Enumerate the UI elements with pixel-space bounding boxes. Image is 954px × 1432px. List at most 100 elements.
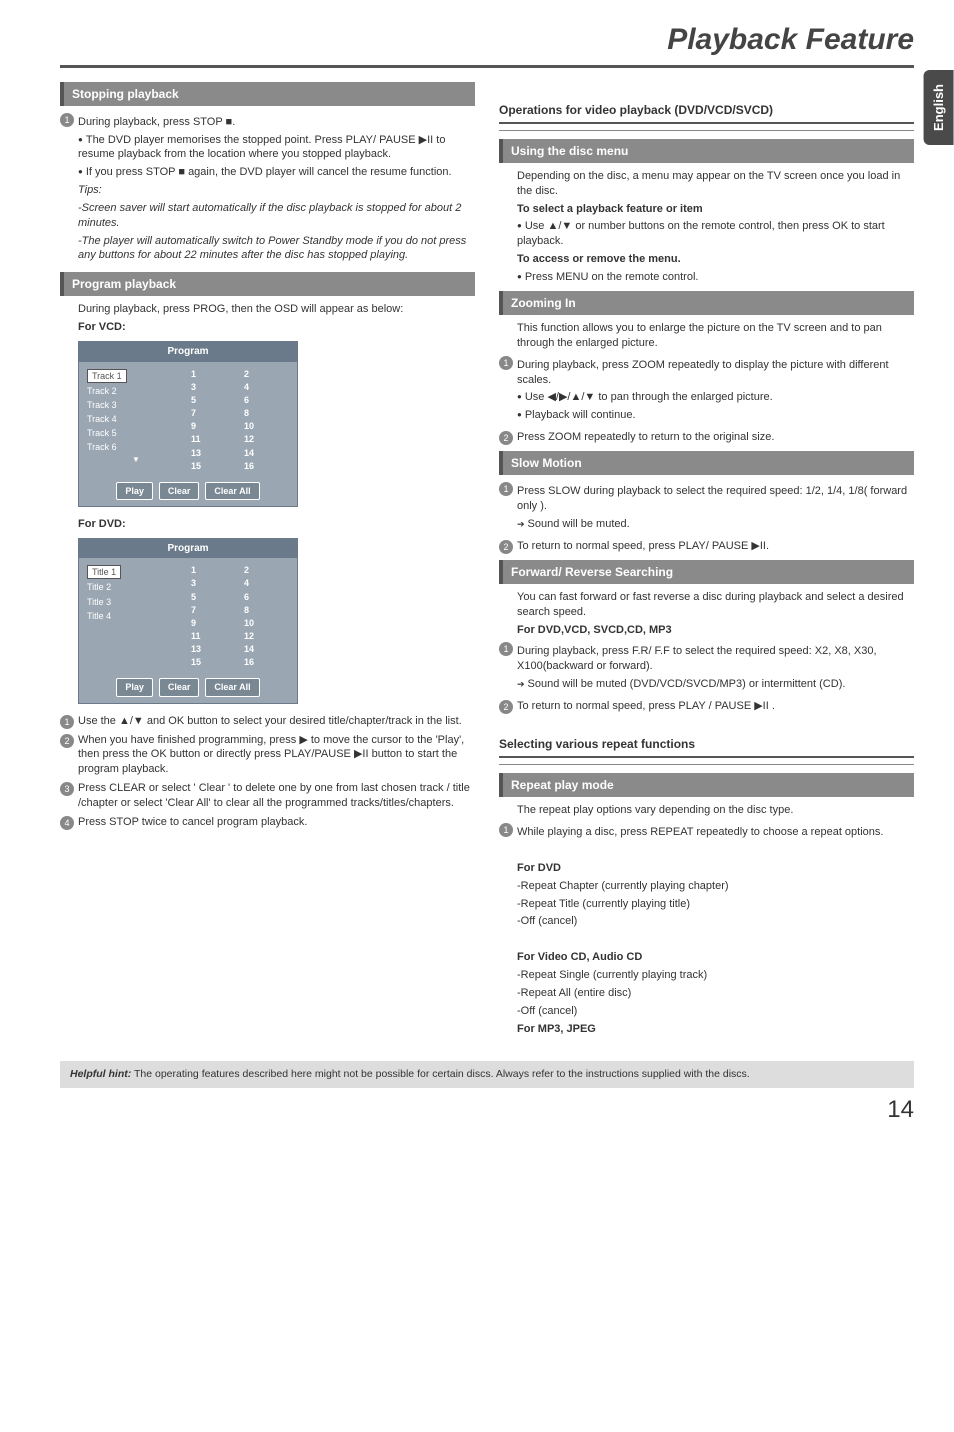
for-dvd-label: For DVD: xyxy=(78,517,475,532)
step-number-icon: 1 xyxy=(499,482,513,496)
step-number-icon: 1 xyxy=(499,642,513,656)
vcd-osd: Program Track 1 Track 2 Track 3 Track 4 … xyxy=(78,341,298,507)
step-number-icon: 2 xyxy=(499,700,513,714)
num-cell: 2 xyxy=(244,564,289,576)
vcd-r3: -Off (cancel) xyxy=(517,1004,914,1019)
for-vcd-label: For VCD: xyxy=(78,320,475,335)
vcd-r2: -Repeat All (entire disc) xyxy=(517,986,914,1001)
dvd-r3: -Off (cancel) xyxy=(517,914,914,929)
osd-clearall-button: Clear All xyxy=(205,678,259,696)
num-cell: 14 xyxy=(244,447,289,459)
program-step-3: Press CLEAR or select ' Clear ' to delet… xyxy=(78,781,475,811)
num-cell: 5 xyxy=(191,591,236,603)
num-cell: 1 xyxy=(191,564,236,576)
dvd-r1: -Repeat Chapter (currently playing chapt… xyxy=(517,879,914,894)
for-mp3-heading: For MP3, JPEG xyxy=(517,1022,914,1037)
zoom-s2: Press ZOOM repeatedly to return to the o… xyxy=(517,430,914,445)
num-cell: 6 xyxy=(244,394,289,406)
num-cell: 10 xyxy=(244,420,289,432)
menu-p1: Depending on the disc, a menu may appear… xyxy=(517,169,914,199)
hint-text: The operating features described here mi… xyxy=(131,1068,749,1080)
title-item: Title 2 xyxy=(87,580,185,594)
osd-title: Program xyxy=(79,342,297,362)
program-step-4: Press STOP twice to cancel program playb… xyxy=(78,815,475,830)
step-number-icon: 1 xyxy=(60,715,74,729)
num-cell: 11 xyxy=(191,630,236,642)
stopping-playback-heading: Stopping playback xyxy=(60,82,475,106)
osd-clear-button: Clear xyxy=(159,482,200,500)
zooming-in-heading: Zooming In xyxy=(499,291,914,315)
menu-h1: To select a playback feature or item xyxy=(517,202,914,217)
helpful-hint-box: Helpful hint: The operating features des… xyxy=(60,1061,914,1087)
program-step-1: Use the ▲/▼ and OK button to select your… xyxy=(78,714,475,729)
title-item: Title 4 xyxy=(87,609,185,623)
title-item: Title 3 xyxy=(87,595,185,609)
using-disc-menu-heading: Using the disc menu xyxy=(499,139,914,163)
left-column: Stopping playback 1 During playback, pre… xyxy=(60,76,475,1044)
stop-bullet-2: If you press STOP ■ again, the DVD playe… xyxy=(78,165,475,180)
num-cell: 1 xyxy=(191,368,236,380)
step-number-icon: 4 xyxy=(60,816,74,830)
for-videocd-heading: For Video CD, Audio CD xyxy=(517,950,914,965)
for-dvd-heading: For DVD xyxy=(517,861,914,876)
osd-play-button: Play xyxy=(116,482,153,500)
vcd-r1: -Repeat Single (currently playing track) xyxy=(517,968,914,983)
slow-motion-heading: Slow Motion xyxy=(499,451,914,475)
num-cell: 3 xyxy=(191,577,236,589)
slow-s2: To return to normal speed, press PLAY/ P… xyxy=(517,539,914,554)
menu-h2: To access or remove the menu. xyxy=(517,252,914,267)
step-number-icon: 2 xyxy=(60,734,74,748)
fr-for-label: For DVD,VCD, SVCD,CD, MP3 xyxy=(517,623,914,638)
program-intro: During playback, press PROG, then the OS… xyxy=(78,302,475,317)
stop-step1-text: During playback, press STOP ■. xyxy=(78,115,475,130)
osd-play-button: Play xyxy=(116,678,153,696)
num-cell: 8 xyxy=(244,604,289,616)
down-arrow-icon: ▼ xyxy=(87,455,185,466)
track-item: Track 6 xyxy=(87,440,185,454)
zoom-b2: Playback will continue. xyxy=(517,408,914,423)
repeat-s1: While playing a disc, press REPEAT repea… xyxy=(517,825,914,840)
chapter-title: Playback Feature xyxy=(60,20,914,68)
forward-reverse-heading: Forward/ Reverse Searching xyxy=(499,560,914,584)
fr-a1: Sound will be muted (DVD/VCD/SVCD/MP3) o… xyxy=(517,677,914,692)
num-cell: 4 xyxy=(244,381,289,393)
stop-step-1: 1 During playback, press STOP ■. The DVD… xyxy=(60,112,475,267)
step-number-icon: 2 xyxy=(499,431,513,445)
zoom-p1: This function allows you to enlarge the … xyxy=(517,321,914,351)
program-step-2: When you have finished programming, pres… xyxy=(78,733,475,778)
num-cell: 5 xyxy=(191,394,236,406)
right-column: Operations for video playback (DVD/VCD/S… xyxy=(499,76,914,1044)
num-cell: 10 xyxy=(244,617,289,629)
repeat-p1: The repeat play options vary depending o… xyxy=(517,803,914,818)
fr-p1: You can fast forward or fast reverse a d… xyxy=(517,590,914,620)
osd-clear-button: Clear xyxy=(159,678,200,696)
num-cell: 15 xyxy=(191,656,236,668)
zoom-b1: Use ◀/▶/▲/▼ to pan through the enlarged … xyxy=(517,390,914,405)
num-cell: 11 xyxy=(191,433,236,445)
step-number-icon: 2 xyxy=(499,540,513,554)
num-cell: 6 xyxy=(244,591,289,603)
track-item: Track 2 xyxy=(87,384,185,398)
osd-title-list: Title 1 Title 2 Title 3 Title 4 xyxy=(87,564,185,668)
track-item: Track 4 xyxy=(87,412,185,426)
num-cell: 13 xyxy=(191,447,236,459)
num-cell: 15 xyxy=(191,460,236,472)
dvd-osd: Program Title 1 Title 2 Title 3 Title 4 … xyxy=(78,538,298,704)
num-cell: 16 xyxy=(244,656,289,668)
title-selected: Title 1 xyxy=(87,565,121,579)
repeat-play-heading: Repeat play mode xyxy=(499,773,914,797)
dvd-r2: -Repeat Title (currently playing title) xyxy=(517,897,914,912)
zoom-s1: During playback, press ZOOM repeatedly t… xyxy=(517,358,914,388)
num-cell: 9 xyxy=(191,617,236,629)
step-number-icon: 1 xyxy=(499,356,513,370)
num-cell: 7 xyxy=(191,604,236,616)
stop-bullet-1: The DVD player memorises the stopped poi… xyxy=(78,133,475,163)
num-cell: 16 xyxy=(244,460,289,472)
osd-track-list: Track 1 Track 2 Track 3 Track 4 Track 5 … xyxy=(87,368,185,472)
step-number-icon: 1 xyxy=(499,823,513,837)
num-cell: 3 xyxy=(191,381,236,393)
num-cell: 13 xyxy=(191,643,236,655)
num-cell: 14 xyxy=(244,643,289,655)
tips-2: -The player will automatically switch to… xyxy=(78,234,475,264)
content-columns: Stopping playback 1 During playback, pre… xyxy=(60,76,914,1044)
